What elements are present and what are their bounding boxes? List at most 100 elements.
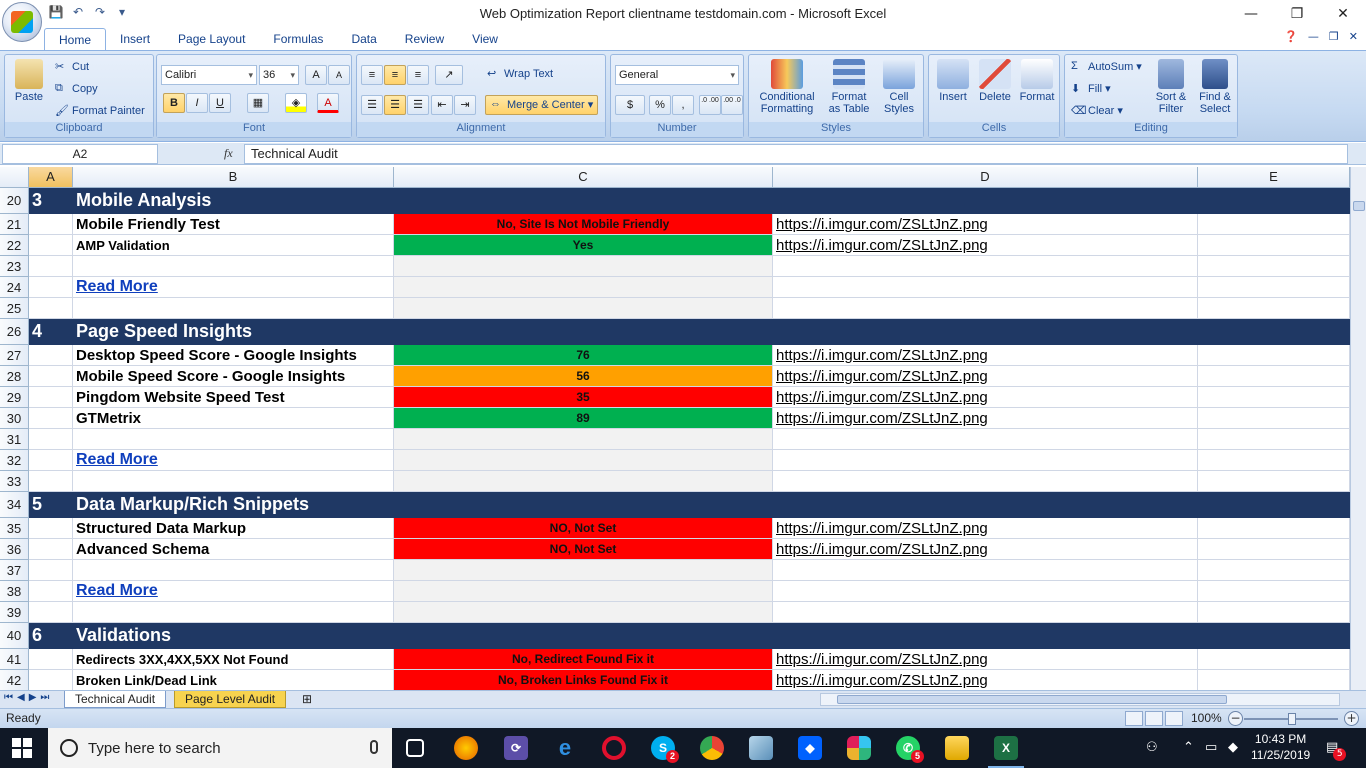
skype-icon[interactable]: S2 xyxy=(651,736,679,763)
cell-d[interactable] xyxy=(773,602,1198,623)
page-layout-view-icon[interactable] xyxy=(1145,711,1163,726)
cell-e[interactable] xyxy=(1198,298,1350,319)
align-bottom-icon[interactable]: ≡ xyxy=(407,65,429,85)
row-header[interactable]: 37 xyxy=(0,560,29,581)
vertical-scrollbar[interactable] xyxy=(1350,167,1366,690)
cell-e[interactable] xyxy=(1198,277,1350,298)
firefox-icon[interactable] xyxy=(454,736,478,760)
cell-e[interactable] xyxy=(1198,366,1350,387)
cell-d[interactable] xyxy=(773,298,1198,319)
whatsapp-icon[interactable]: ✆ 5 xyxy=(896,736,924,763)
chrome-icon[interactable] xyxy=(700,736,724,760)
prev-sheet-icon[interactable]: ◀ xyxy=(17,692,25,703)
check-label[interactable]: Advanced Schema xyxy=(73,539,394,560)
cell-e[interactable] xyxy=(1198,345,1350,366)
cell-a[interactable] xyxy=(29,408,73,429)
first-sheet-icon[interactable]: ⏮ xyxy=(4,692,13,703)
cell-e[interactable] xyxy=(1198,581,1350,602)
check-status[interactable]: No, Redirect Found Fix it xyxy=(394,649,773,670)
grow-font-button[interactable]: A xyxy=(305,65,327,85)
section-title[interactable]: Data Markup/Rich Snippets xyxy=(73,492,394,518)
vertical-scroll-thumb[interactable] xyxy=(1353,201,1365,211)
cell-a[interactable] xyxy=(29,345,73,366)
microphone-icon[interactable] xyxy=(370,740,378,754)
row-header[interactable]: 22 xyxy=(0,235,29,256)
row-header[interactable]: 30 xyxy=(0,408,29,429)
cell-d[interactable] xyxy=(773,560,1198,581)
shrink-font-button[interactable]: A xyxy=(328,65,350,85)
cell-d[interactable] xyxy=(773,429,1198,450)
clear-button[interactable]: ⌫Clear ▾ xyxy=(1071,104,1123,118)
cell-a[interactable] xyxy=(29,298,73,319)
section-title[interactable]: Page Speed Insights xyxy=(73,319,394,345)
autosum-button[interactable]: Σ AutoSum ▾ xyxy=(1071,60,1142,74)
row-header[interactable]: 32 xyxy=(0,450,29,471)
cell-a[interactable] xyxy=(29,277,73,298)
cell-e[interactable] xyxy=(1198,256,1350,277)
ribbon-restore-icon[interactable]: ❐ xyxy=(1329,30,1339,43)
insert-sheet-icon[interactable]: ⊞ xyxy=(296,691,318,708)
close-button[interactable]: ✕ xyxy=(1320,0,1366,28)
minimize-button[interactable]: — xyxy=(1228,0,1274,28)
screenshot-link[interactable]: https://i.imgur.com/ZSLtJnZ.png xyxy=(773,235,1198,256)
insert-function-icon[interactable]: fx xyxy=(224,146,233,161)
cell-c[interactable] xyxy=(394,429,773,450)
cell-e[interactable] xyxy=(1198,539,1350,560)
cell-a[interactable] xyxy=(29,581,73,602)
formula-input[interactable]: Technical Audit xyxy=(244,144,1348,164)
cell-a[interactable] xyxy=(29,518,73,539)
file-explorer-icon[interactable] xyxy=(945,736,969,760)
check-label[interactable]: Redirects 3XX,4XX,5XX Not Found xyxy=(73,649,394,670)
cell-e[interactable] xyxy=(1198,670,1350,690)
screenshot-link[interactable]: https://i.imgur.com/ZSLtJnZ.png xyxy=(773,345,1198,366)
task-view-icon[interactable] xyxy=(406,739,424,757)
cut-button[interactable]: ✂ Cut xyxy=(55,60,89,74)
dropbox-tray-icon[interactable]: ◆ xyxy=(1228,740,1238,755)
cell-a[interactable] xyxy=(29,235,73,256)
column-header-b[interactable]: B xyxy=(73,167,394,188)
cell-d[interactable] xyxy=(773,450,1198,471)
cell-d[interactable] xyxy=(773,277,1198,298)
cell-c[interactable] xyxy=(394,450,773,471)
zoom-level[interactable]: 100% xyxy=(1191,711,1222,725)
number-format-combo[interactable]: General xyxy=(615,65,739,85)
cell-a[interactable] xyxy=(29,366,73,387)
cell-e[interactable] xyxy=(1198,471,1350,492)
row-header[interactable]: 36 xyxy=(0,539,29,560)
screenshot-link[interactable]: https://i.imgur.com/ZSLtJnZ.png xyxy=(773,366,1198,387)
cell-a[interactable] xyxy=(29,429,73,450)
cell-c[interactable] xyxy=(394,319,773,345)
check-status[interactable]: 89 xyxy=(394,408,773,429)
excel-taskbar-icon[interactable]: X xyxy=(988,736,1024,768)
ribbon-minimize-icon[interactable]: — xyxy=(1308,30,1319,43)
screenshot-link[interactable]: https://i.imgur.com/ZSLtJnZ.png xyxy=(773,518,1198,539)
row-header[interactable]: 27 xyxy=(0,345,29,366)
row-header[interactable]: 25 xyxy=(0,298,29,319)
check-status[interactable]: 35 xyxy=(394,387,773,408)
cell-e[interactable] xyxy=(1198,235,1350,256)
row-header[interactable]: 24 xyxy=(0,277,29,298)
find-select-button[interactable]: Find & Select xyxy=(1195,59,1235,115)
column-header-e[interactable]: E xyxy=(1198,167,1350,188)
next-sheet-icon[interactable]: ▶ xyxy=(29,692,37,703)
normal-view-icon[interactable] xyxy=(1125,711,1143,726)
read-more-link[interactable]: Read More xyxy=(73,277,394,298)
row-header[interactable]: 33 xyxy=(0,471,29,492)
cell-e[interactable] xyxy=(1198,518,1350,539)
cell-d[interactable] xyxy=(773,492,1198,518)
align-middle-icon[interactable]: ≡ xyxy=(384,65,406,85)
dropbox-icon[interactable]: ◆ xyxy=(798,736,822,760)
row-header[interactable]: 39 xyxy=(0,602,29,623)
column-header-d[interactable]: D xyxy=(773,167,1198,188)
increase-indent-icon[interactable]: ⇥ xyxy=(454,95,476,115)
delete-cells-button[interactable]: Delete xyxy=(975,59,1015,103)
cell-b[interactable] xyxy=(73,560,394,581)
cell-b[interactable] xyxy=(73,602,394,623)
increase-decimal-button[interactable]: .0 .00 xyxy=(699,95,721,115)
row-header[interactable]: 29 xyxy=(0,387,29,408)
edge-icon[interactable]: e xyxy=(553,735,577,760)
section-title[interactable]: Mobile Analysis xyxy=(73,188,394,214)
screenshot-link[interactable]: https://i.imgur.com/ZSLtJnZ.png xyxy=(773,649,1198,670)
orientation-icon[interactable]: ↗ xyxy=(435,65,463,85)
check-label[interactable]: Mobile Friendly Test xyxy=(73,214,394,235)
